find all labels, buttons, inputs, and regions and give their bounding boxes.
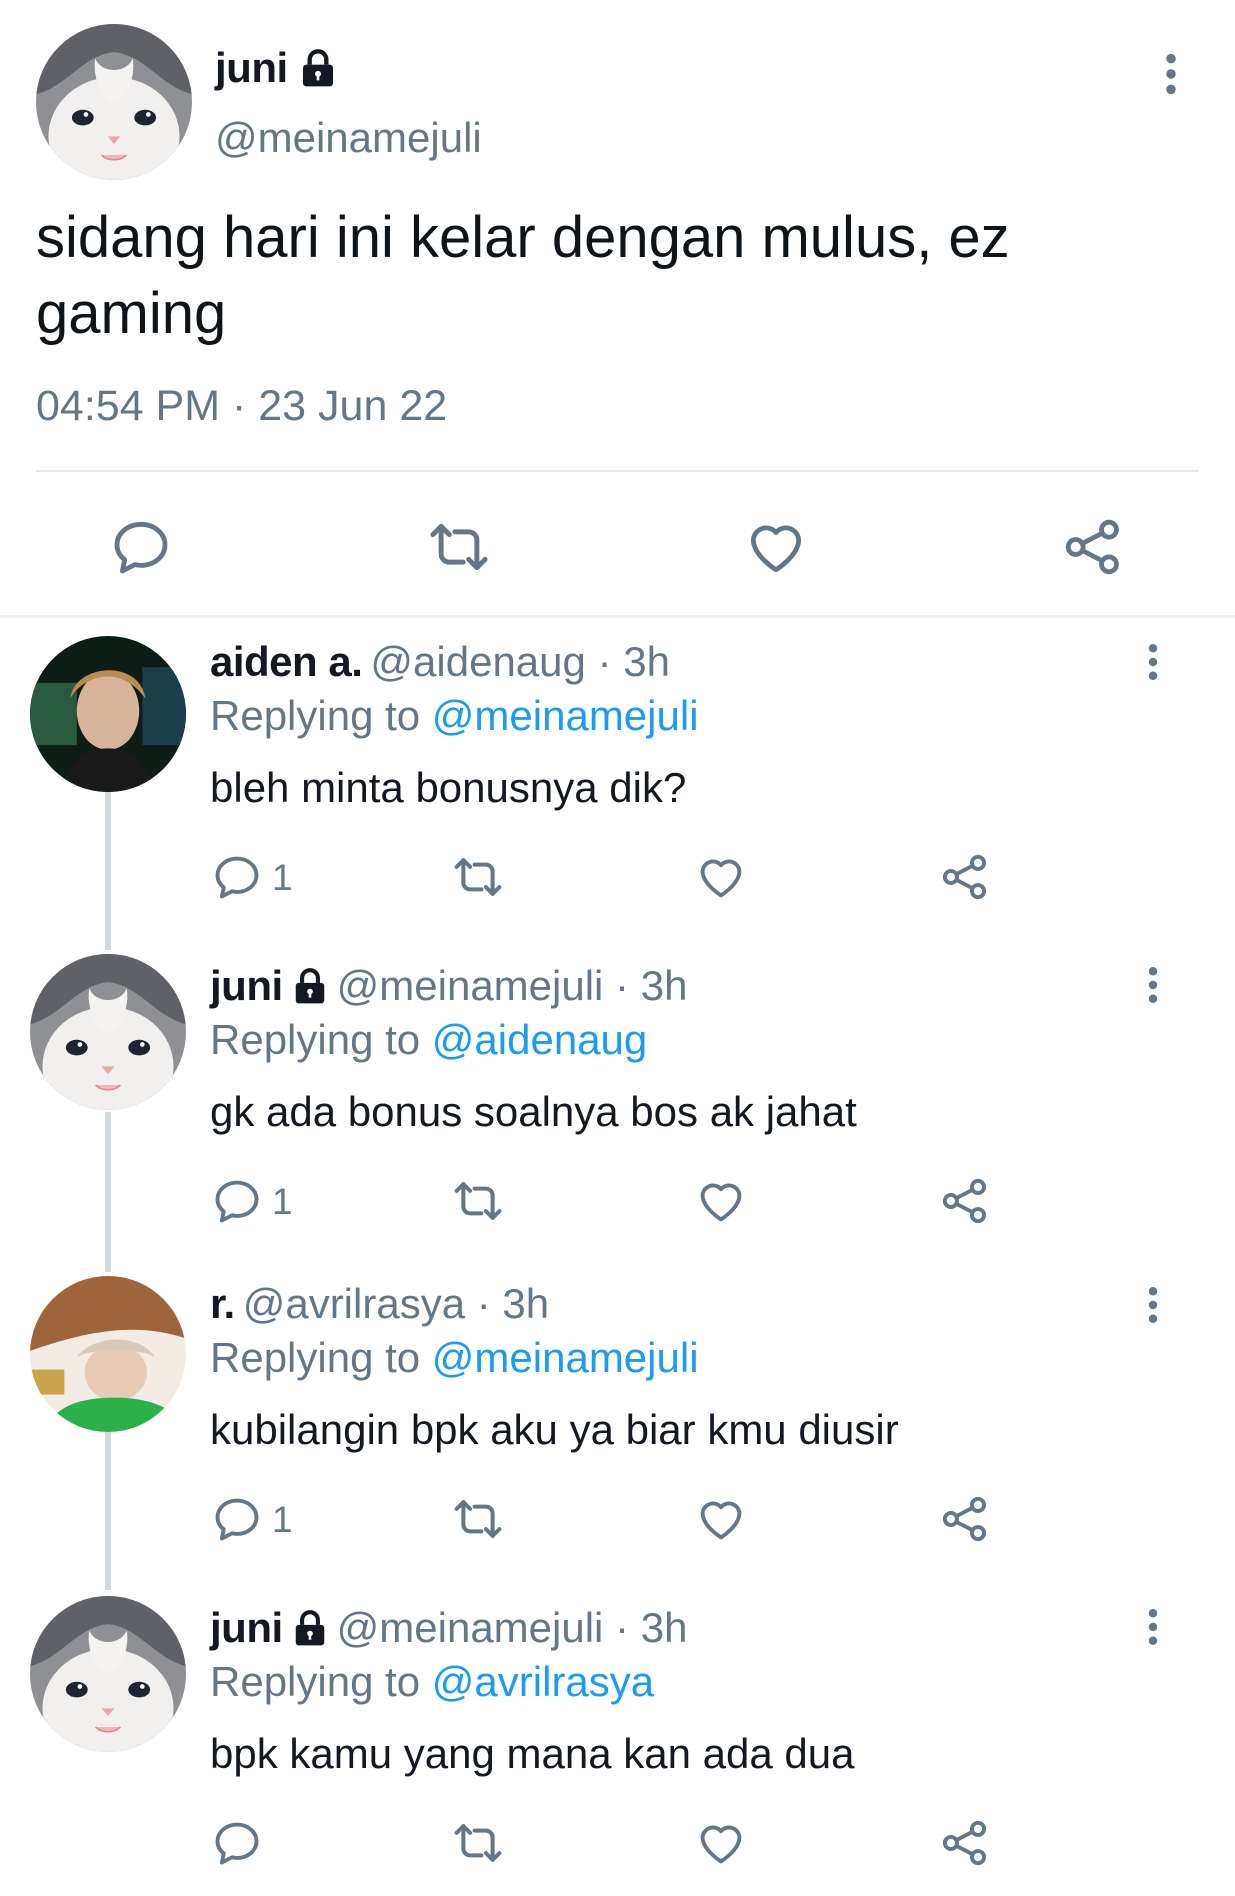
speech-bubble-icon <box>211 1817 263 1869</box>
thread-line <box>105 790 111 950</box>
mention-link[interactable]: @avrilrasya <box>432 1658 654 1705</box>
heart-icon <box>695 1817 747 1869</box>
author-avatar[interactable] <box>36 24 192 180</box>
share-nodes-icon <box>939 851 991 903</box>
retweet-button[interactable] <box>448 847 508 907</box>
reply-meta: @aidenaug · 3h <box>370 638 670 685</box>
replying-to: Replying to @meinamejuli <box>210 692 699 740</box>
kebab-menu-icon <box>1148 1286 1158 1324</box>
retweet-arrows-icon <box>451 850 505 904</box>
replying-label: Replying to <box>210 692 421 739</box>
retweet-arrows-icon <box>451 1492 505 1546</box>
share-nodes-icon <box>1061 515 1125 579</box>
reply-button[interactable] <box>207 1489 267 1549</box>
reply-count: 1 <box>272 857 293 898</box>
retweet-arrows-icon <box>451 1174 505 1228</box>
like-button[interactable] <box>691 1813 751 1873</box>
reply-header: aiden a. @aidenaug · 3h <box>210 638 670 686</box>
retweet-button[interactable] <box>424 512 494 582</box>
mention-link[interactable]: @aidenaug <box>432 1016 647 1063</box>
reply-text: kubilangin bpk aku ya biar kmu diusir <box>210 1406 899 1453</box>
author-handle[interactable]: @meinamejuli <box>215 114 482 162</box>
share-nodes-icon <box>939 1817 991 1869</box>
share-nodes-icon <box>939 1493 991 1545</box>
reply-meta: @avrilrasya · 3h <box>242 1280 550 1327</box>
lock-icon <box>298 48 338 88</box>
reply-button[interactable] <box>106 512 176 582</box>
more-options-button[interactable] <box>1133 1597 1173 1657</box>
mention-link[interactable]: @meinamejuli <box>432 692 699 739</box>
like-button[interactable] <box>691 1489 751 1549</box>
replying-label: Replying to <box>210 1334 421 1381</box>
lock-icon <box>291 967 329 1005</box>
reply-text: bpk kamu yang mana kan ada dua <box>210 1730 855 1777</box>
replying-to: Replying to @avrilrasya <box>210 1658 654 1706</box>
kebab-menu-icon <box>1148 1608 1158 1646</box>
reply-count: 1 <box>272 1499 293 1540</box>
like-button[interactable] <box>691 1171 751 1231</box>
more-options-button[interactable] <box>1133 632 1173 692</box>
more-options-button[interactable] <box>1151 44 1191 104</box>
retweet-button[interactable] <box>448 1813 508 1873</box>
speech-bubble-icon <box>109 515 173 579</box>
more-options-button[interactable] <box>1133 1275 1173 1335</box>
tweet-timestamp: 04:54 PM · 23 Jun 22 <box>36 382 448 430</box>
retweet-button[interactable] <box>448 1171 508 1231</box>
heart-icon <box>695 851 747 903</box>
lock-icon <box>291 1609 329 1647</box>
retweet-button[interactable] <box>448 1489 508 1549</box>
share-button[interactable] <box>1058 512 1128 582</box>
section-separator <box>0 615 1235 618</box>
kebab-menu-icon <box>1165 53 1177 95</box>
reply-author-name[interactable]: juni <box>210 962 283 1010</box>
like-button[interactable] <box>741 512 811 582</box>
reply-button[interactable] <box>207 1813 267 1873</box>
more-options-button[interactable] <box>1133 955 1173 1015</box>
heart-icon <box>744 515 808 579</box>
replying-label: Replying to <box>210 1016 421 1063</box>
reply-text: bleh minta bonusnya dik? <box>210 764 687 811</box>
reply-header: juni @meinamejuli · 3h <box>210 1604 687 1652</box>
reply-header: r. @avrilrasya · 3h <box>210 1280 549 1328</box>
share-nodes-icon <box>939 1175 991 1227</box>
reply-meta: @meinamejuli · 3h <box>336 962 688 1009</box>
heart-icon <box>695 1175 747 1227</box>
thread-line <box>105 1112 111 1272</box>
reply-count: 1 <box>272 1181 293 1222</box>
tweet-text: sidang hari ini kelar dengan mulus, ez g… <box>36 205 1010 346</box>
replying-to: Replying to @meinamejuli <box>210 1334 699 1382</box>
reply-header: juni @meinamejuli · 3h <box>210 962 687 1010</box>
share-button[interactable] <box>935 1171 995 1231</box>
reply-author-name[interactable]: juni <box>210 1604 283 1652</box>
reply-author-name[interactable]: aiden a. <box>210 638 363 686</box>
share-button[interactable] <box>935 847 995 907</box>
reply-avatar[interactable] <box>30 1596 186 1752</box>
reply-avatar[interactable] <box>30 954 186 1110</box>
kebab-menu-icon <box>1148 643 1158 681</box>
speech-bubble-icon <box>211 851 263 903</box>
like-button[interactable] <box>691 847 751 907</box>
reply-button[interactable] <box>207 1171 267 1231</box>
heart-icon <box>695 1493 747 1545</box>
author-name-row[interactable]: juni <box>215 44 338 92</box>
reply-text: gk ada bonus soalnya bos ak jahat <box>210 1088 857 1135</box>
thread-line <box>105 1430 111 1590</box>
reply-avatar[interactable] <box>30 1276 186 1432</box>
reply-avatar[interactable] <box>30 636 186 792</box>
author-name: juni <box>215 44 288 91</box>
share-button[interactable] <box>935 1813 995 1873</box>
reply-author-name[interactable]: r. <box>210 1280 235 1328</box>
retweet-arrows-icon <box>451 1816 505 1870</box>
speech-bubble-icon <box>211 1493 263 1545</box>
reply-button[interactable] <box>207 847 267 907</box>
replying-to: Replying to @aidenaug <box>210 1016 647 1064</box>
mention-link[interactable]: @meinamejuli <box>432 1334 699 1381</box>
replying-label: Replying to <box>210 1658 421 1705</box>
share-button[interactable] <box>935 1489 995 1549</box>
kebab-menu-icon <box>1148 966 1158 1004</box>
retweet-arrows-icon <box>426 514 492 580</box>
divider <box>36 470 1199 472</box>
speech-bubble-icon <box>211 1175 263 1227</box>
reply-meta: @meinamejuli · 3h <box>336 1604 688 1651</box>
